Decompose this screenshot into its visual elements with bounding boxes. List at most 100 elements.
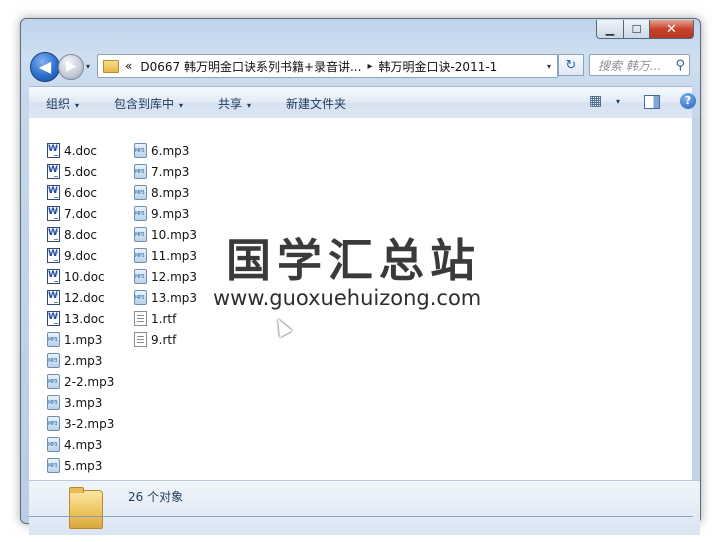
search-placeholder: 搜索 韩万... xyxy=(598,58,662,73)
file-item[interactable]: 4.mp3 xyxy=(47,434,114,455)
refresh-button[interactable]: ↻ xyxy=(558,54,584,76)
include-in-library-label: 包含到库中 xyxy=(114,97,175,111)
file-name: 2.mp3 xyxy=(64,353,103,368)
mp3-file-icon xyxy=(47,416,60,431)
file-item[interactable]: 4.doc xyxy=(47,140,114,161)
share-label: 共享 xyxy=(218,97,243,111)
back-button[interactable]: ◀ xyxy=(30,52,60,82)
mp3-file-icon xyxy=(47,353,60,368)
file-item[interactable]: 9.doc xyxy=(47,245,114,266)
mp3-file-icon xyxy=(134,164,147,179)
breadcrumb-parent[interactable]: D0667 韩万明金口诀系列书籍+录音讲... xyxy=(140,58,361,75)
file-name: 10.doc xyxy=(64,269,105,284)
file-item[interactable]: 3.mp3 xyxy=(47,392,114,413)
file-name: 8.mp3 xyxy=(151,185,190,200)
file-item[interactable]: 5.doc xyxy=(47,161,114,182)
file-item[interactable]: 9.mp3 xyxy=(134,203,197,224)
rtf-file-icon xyxy=(134,311,147,326)
address-bar[interactable]: « D0667 韩万明金口诀系列书籍+录音讲... ▸ 韩万明金口诀-2011-… xyxy=(97,54,558,78)
mp3-file-icon xyxy=(134,185,147,200)
doc-file-icon xyxy=(47,290,60,305)
mp3-file-icon xyxy=(134,227,147,242)
file-name: 9.doc xyxy=(64,248,98,263)
file-item[interactable]: 2-2.mp3 xyxy=(47,371,114,392)
file-item[interactable]: 12.mp3 xyxy=(134,266,197,287)
help-icon[interactable]: ? xyxy=(680,93,696,109)
rtf-file-icon xyxy=(134,332,147,347)
file-name: 6.doc xyxy=(64,185,98,200)
file-item[interactable]: 12.doc xyxy=(47,287,114,308)
file-item[interactable]: 1.rtf xyxy=(134,308,197,329)
breadcrumb-current[interactable]: 韩万明金口诀-2011-1 xyxy=(378,58,497,75)
view-options-icon[interactable]: ▦ xyxy=(589,93,602,109)
file-name: 11.mp3 xyxy=(151,248,198,263)
new-folder-button[interactable]: 新建文件夹 xyxy=(286,95,346,112)
window-controls: ▁ ☐ ✕ xyxy=(596,20,694,39)
doc-file-icon xyxy=(47,269,60,284)
item-count: 26 个对象 xyxy=(128,490,184,504)
content-border xyxy=(692,118,700,480)
file-name: 8.doc xyxy=(64,227,98,242)
preview-pane-icon[interactable] xyxy=(644,95,660,109)
file-name: 1.mp3 xyxy=(64,332,103,347)
doc-file-icon xyxy=(47,248,60,263)
file-name: 9.mp3 xyxy=(151,206,190,221)
breadcrumb-separator-icon[interactable]: ▸ xyxy=(367,61,372,72)
file-item[interactable]: 10.doc xyxy=(47,266,114,287)
mp3-file-icon xyxy=(47,332,60,347)
file-item[interactable]: 8.doc xyxy=(47,224,114,245)
organize-menu[interactable]: 组织 ▾ xyxy=(46,95,79,112)
search-input[interactable]: 搜索 韩万... ⚲ xyxy=(589,54,690,76)
mp3-file-icon xyxy=(134,248,147,263)
file-item[interactable]: 13.mp3 xyxy=(134,287,197,308)
file-name: 12.doc xyxy=(64,290,105,305)
forward-button[interactable]: ▶ xyxy=(58,54,84,80)
file-item[interactable]: 5.mp3 xyxy=(47,455,114,476)
doc-file-icon xyxy=(47,311,60,326)
view-dropdown-icon[interactable]: ▾ xyxy=(616,97,620,106)
file-item[interactable]: 11.mp3 xyxy=(134,245,197,266)
watermark-url: www.guoxuehuizong.com xyxy=(213,286,482,310)
file-name: 4.doc xyxy=(64,143,98,158)
file-item[interactable]: 6.mp3 xyxy=(134,140,197,161)
file-name: 9.rtf xyxy=(151,332,177,347)
chevron-down-icon: ▾ xyxy=(247,101,252,110)
share-menu[interactable]: 共享 ▾ xyxy=(218,95,251,112)
file-item[interactable]: 1.mp3 xyxy=(47,329,114,350)
doc-file-icon xyxy=(47,164,60,179)
file-item[interactable]: 8.mp3 xyxy=(134,182,197,203)
file-item[interactable]: 7.doc xyxy=(47,203,114,224)
file-item[interactable]: 7.mp3 xyxy=(134,161,197,182)
include-in-library-menu[interactable]: 包含到库中 ▾ xyxy=(114,95,183,112)
doc-file-icon xyxy=(47,143,60,158)
file-name: 3.mp3 xyxy=(64,395,103,410)
doc-file-icon xyxy=(47,185,60,200)
maximize-button[interactable]: ☐ xyxy=(624,20,650,39)
mp3-file-icon xyxy=(47,395,60,410)
breadcrumb-overflow[interactable]: « xyxy=(125,59,132,73)
file-column-1: 4.doc 5.doc 6.doc 7.doc 8.doc 9.doc 10.doc 12.d… xyxy=(47,140,114,476)
file-name: 10.mp3 xyxy=(151,227,198,242)
recent-pages-dropdown[interactable]: ▾ xyxy=(86,62,90,71)
file-item[interactable]: 9.rtf xyxy=(134,329,197,350)
file-item[interactable]: 6.doc xyxy=(47,182,114,203)
file-item[interactable]: 10.mp3 xyxy=(134,224,197,245)
navigation-buttons: ◀ ▶ ▾ xyxy=(30,52,94,82)
search-icon[interactable]: ⚲ xyxy=(675,58,685,73)
file-name: 5.doc xyxy=(64,164,98,179)
file-name: 4.mp3 xyxy=(64,437,103,452)
minimize-button[interactable]: ▁ xyxy=(596,20,624,39)
file-name: 7.doc xyxy=(64,206,98,221)
mp3-file-icon xyxy=(47,458,60,473)
chevron-down-icon: ▾ xyxy=(179,101,184,110)
file-name: 6.mp3 xyxy=(151,143,190,158)
mp3-file-icon xyxy=(134,143,147,158)
file-name: 2-2.mp3 xyxy=(64,374,115,389)
file-name: 3-2.mp3 xyxy=(64,416,115,431)
file-column-2: 6.mp3 7.mp3 8.mp3 9.mp3 10.mp3 11.mp3 12.mp3 13… xyxy=(134,140,197,350)
file-item[interactable]: 13.doc xyxy=(47,308,114,329)
file-item[interactable]: 2.mp3 xyxy=(47,350,114,371)
close-button[interactable]: ✕ xyxy=(650,20,694,39)
file-item[interactable]: 3-2.mp3 xyxy=(47,413,114,434)
address-dropdown-icon[interactable]: ▾ xyxy=(547,62,551,71)
